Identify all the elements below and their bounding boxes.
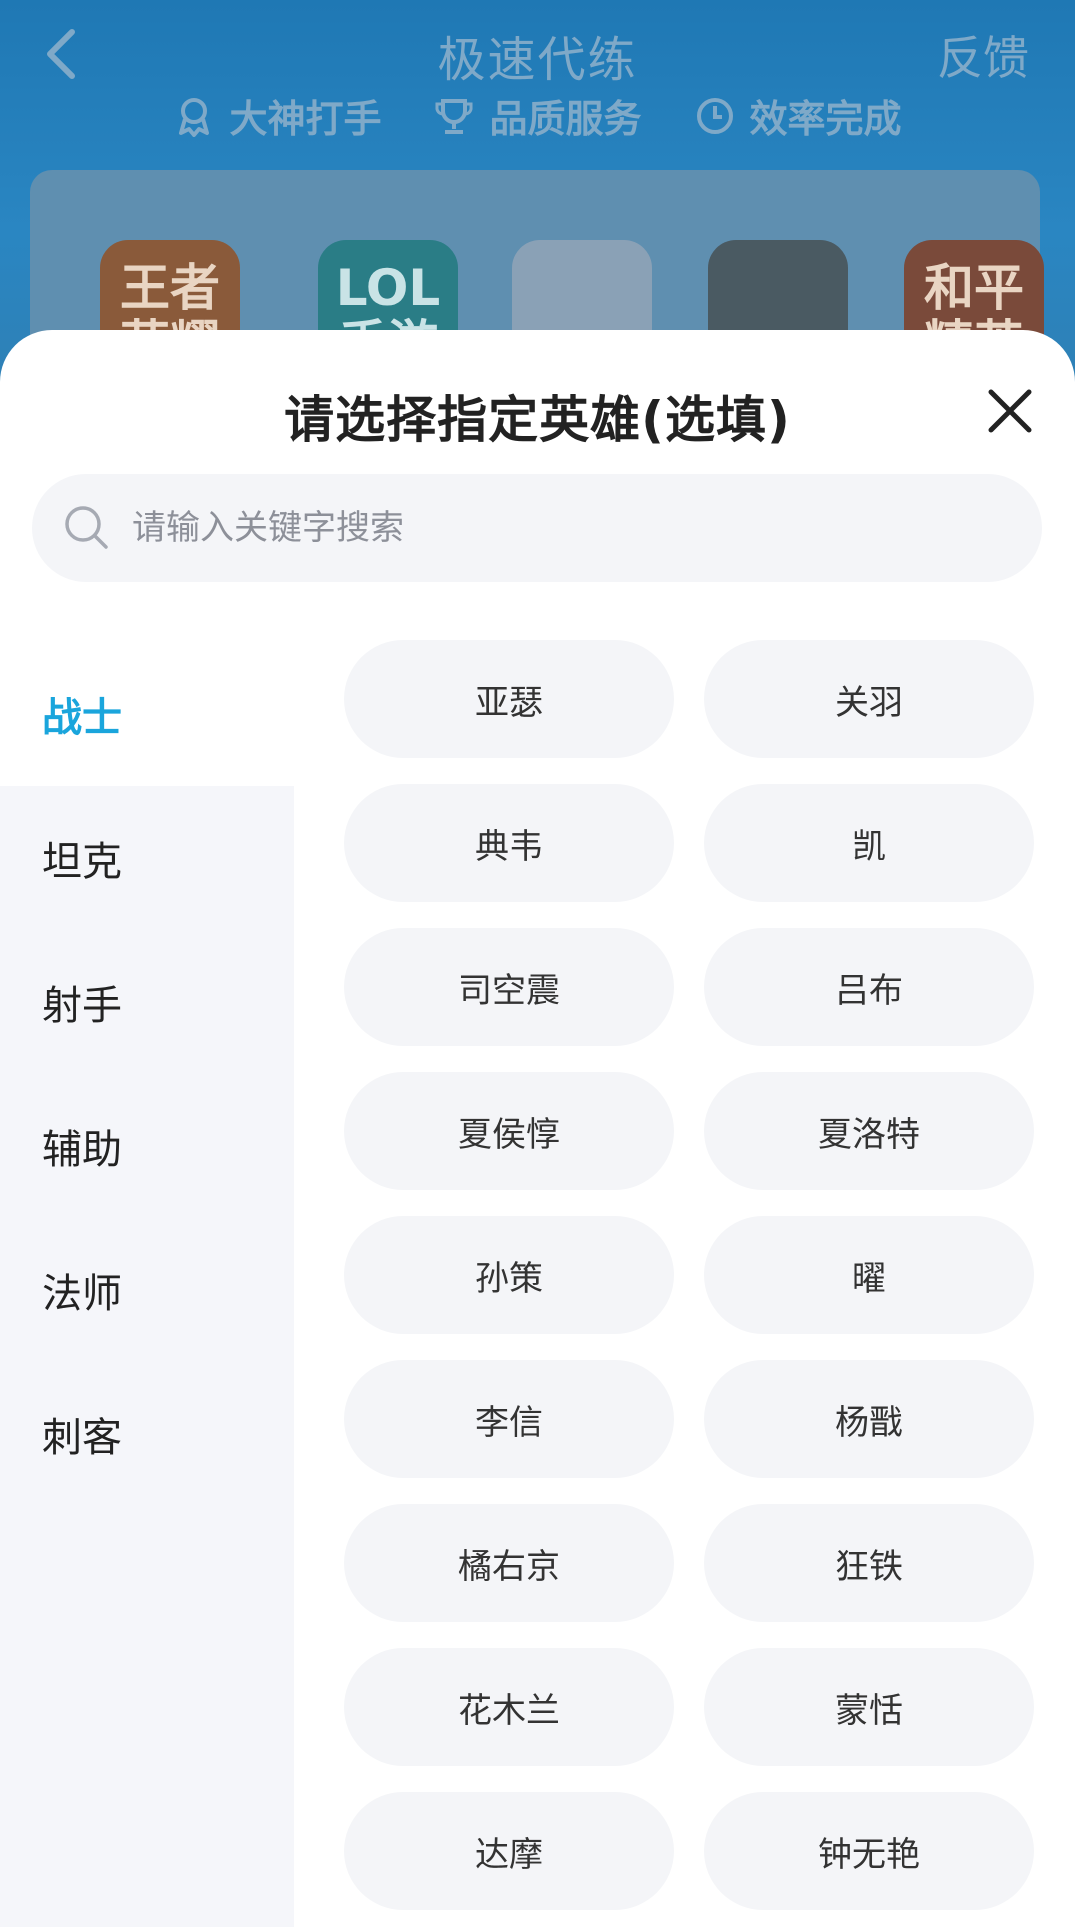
hero-option[interactable]: 司空震: [344, 928, 674, 1046]
category-tank[interactable]: 坦克: [0, 786, 294, 930]
category-assassin[interactable]: 刺客: [0, 1362, 294, 1506]
feature-item: 效率完成: [694, 88, 902, 143]
hero-option[interactable]: 典韦: [344, 784, 674, 902]
category-marksman[interactable]: 射手: [0, 930, 294, 1074]
hero-option[interactable]: 李信: [344, 1360, 674, 1478]
hero-option[interactable]: 孙策: [344, 1216, 674, 1334]
hero-option[interactable]: 达摩: [344, 1792, 674, 1910]
category-support[interactable]: 辅助: [0, 1074, 294, 1218]
hero-option[interactable]: 夏洛特: [704, 1072, 1034, 1190]
hero-option[interactable]: 凯: [704, 784, 1034, 902]
hero-option[interactable]: 夏侯惇: [344, 1072, 674, 1190]
trophy-icon: [435, 98, 473, 134]
sheet-title: 请选择指定英雄(选填): [284, 391, 791, 449]
search-input[interactable]: [132, 508, 982, 548]
hero-picker-sheet: 请选择指定英雄(选填) 战士 坦克 射手 辅助 法师 刺客 亚瑟 关羽 典韦 凯…: [0, 330, 1075, 1927]
hero-option[interactable]: 狂铁: [704, 1504, 1034, 1622]
hero-option[interactable]: 花木兰: [344, 1648, 674, 1766]
feedback-link[interactable]: 反馈: [937, 22, 1029, 88]
feature-label: 效率完成: [749, 97, 902, 141]
feature-item: 品质服务: [433, 88, 642, 143]
hero-option[interactable]: 钟无艳: [704, 1792, 1034, 1910]
feature-item: 大神打手: [173, 88, 381, 143]
feature-label: 品质服务: [489, 97, 642, 141]
search-icon: [65, 506, 108, 549]
feature-list: 大神打手 品质服务 效率完成: [0, 88, 1075, 143]
hero-option[interactable]: 蒙恬: [704, 1648, 1034, 1766]
close-icon[interactable]: [985, 386, 1035, 436]
hero-option[interactable]: 杨戬: [704, 1360, 1034, 1478]
hero-option[interactable]: 吕布: [704, 928, 1034, 1046]
clock-icon: [696, 97, 733, 134]
hero-option[interactable]: 曜: [704, 1216, 1034, 1334]
feature-label: 大神打手: [229, 97, 382, 141]
hero-option[interactable]: 关羽: [704, 640, 1034, 758]
hero-option[interactable]: 亚瑟: [344, 640, 674, 758]
hero-option[interactable]: 橘右京: [344, 1504, 674, 1622]
category-mage[interactable]: 法师: [0, 1218, 294, 1362]
page-title: 极速代练: [437, 32, 638, 88]
category-sidebar: 战士 坦克 射手 辅助 法师 刺客: [0, 642, 294, 1927]
search-bar[interactable]: [32, 474, 1042, 582]
category-warrior[interactable]: 战士: [0, 642, 294, 786]
medal-icon: [179, 97, 210, 137]
